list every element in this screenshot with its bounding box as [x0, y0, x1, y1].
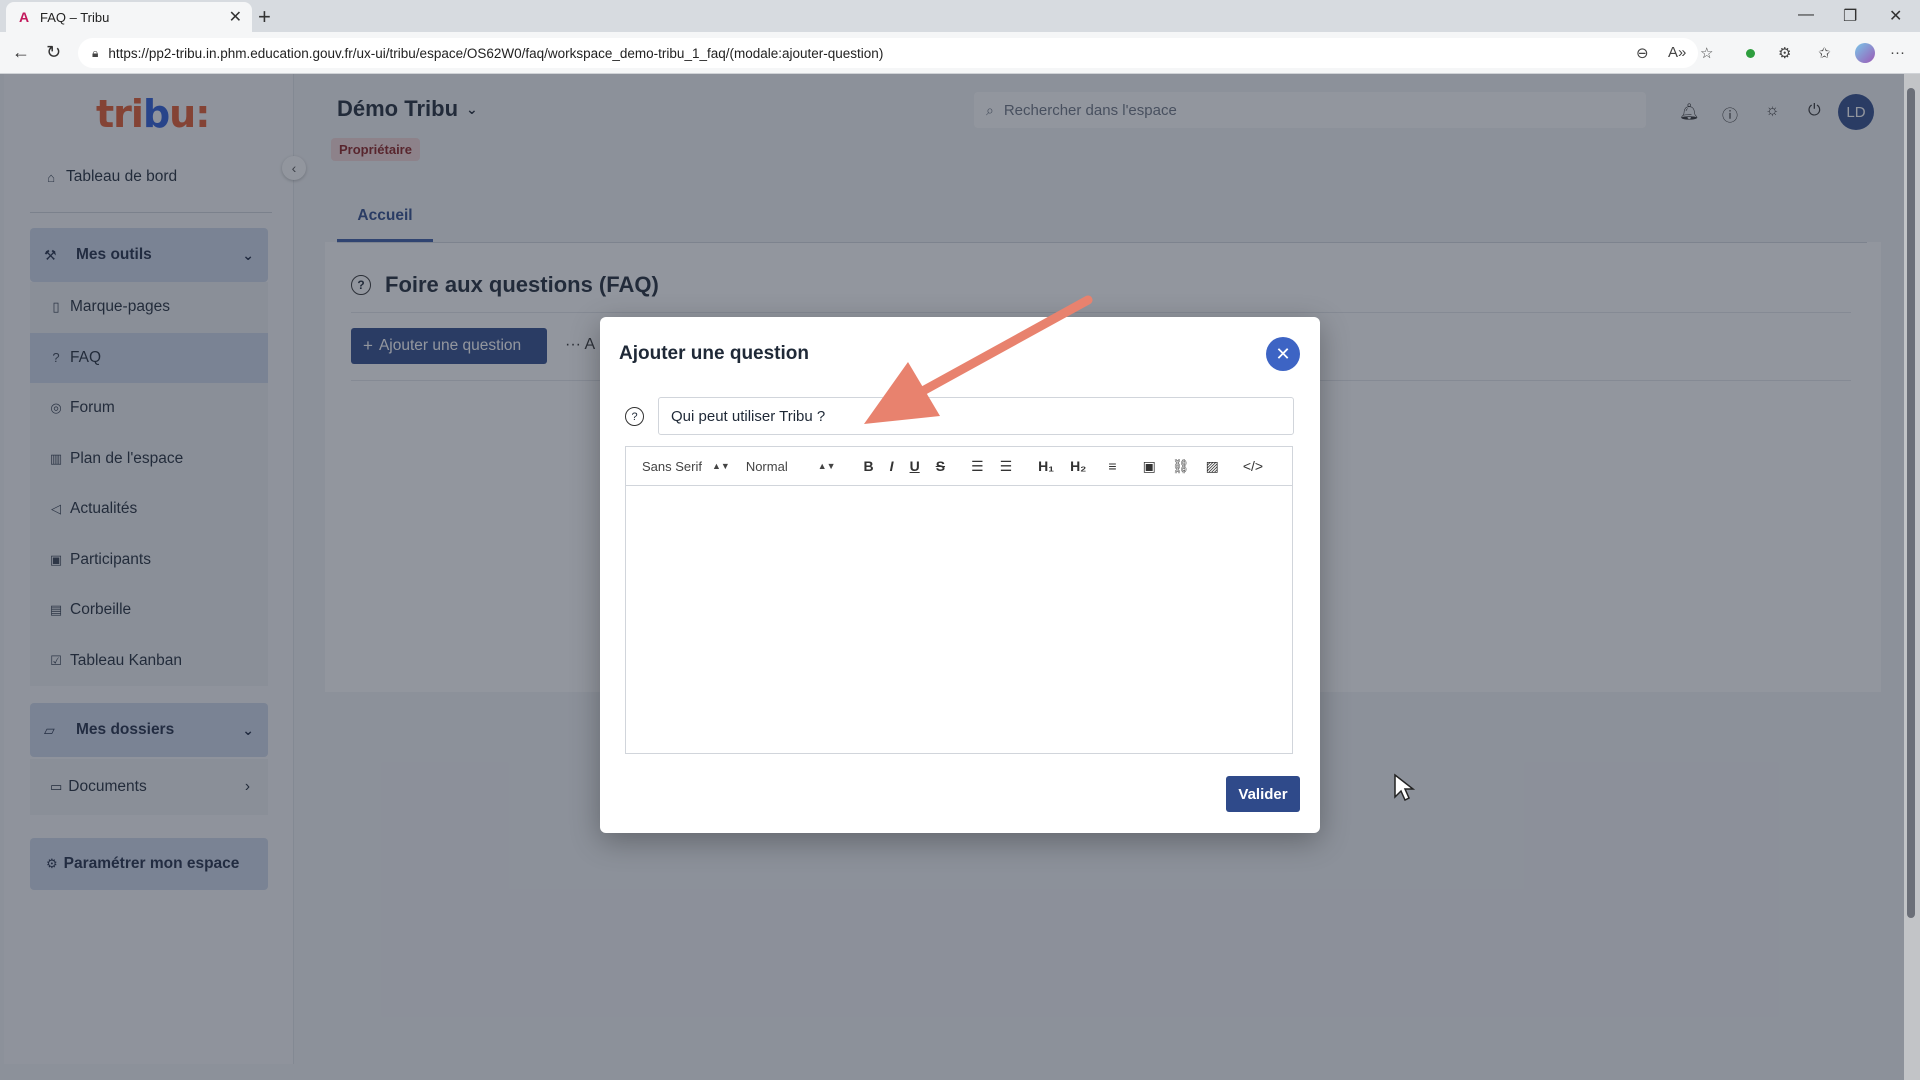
read-aloud-icon[interactable]: A» [1668, 44, 1686, 61]
submit-button[interactable]: Valider [1226, 776, 1300, 812]
url-text: https://pp2-tribu.in.phm.education.gouv.… [108, 45, 884, 61]
extensions-icon[interactable]: ⚙ [1778, 44, 1791, 62]
video-icon[interactable]: ▣ [1143, 458, 1156, 475]
ordered-list-icon[interactable]: ☰ [971, 458, 984, 475]
select-arrows-icon: ▲▼ [711, 461, 730, 471]
heading1-icon[interactable]: H₁ [1038, 458, 1054, 474]
minimize-icon[interactable]: — [1798, 6, 1814, 24]
browser-tab-title: FAQ – Tribu [40, 9, 110, 25]
mouse-cursor-icon [1394, 773, 1415, 802]
browser-profile-icon[interactable] [1855, 43, 1875, 63]
annotation-arrow [864, 295, 1093, 424]
browser-tab-bar: A FAQ – Tribu ✕ + — ❐ ✕ [0, 0, 1920, 32]
angular-favicon-icon: A [18, 9, 30, 25]
bold-icon[interactable]: B [864, 458, 874, 474]
zoom-icon[interactable]: ⊖ [1636, 44, 1649, 62]
new-tab-icon[interactable]: + [258, 4, 271, 30]
font-select[interactable]: Sans Serif ▲▼ [642, 459, 730, 474]
url-field[interactable]: 🔒︎ https://pp2-tribu.in.phm.education.go… [78, 38, 1698, 68]
refresh-icon[interactable]: ↻ [46, 42, 61, 63]
close-modal-button[interactable]: ✕ [1266, 337, 1300, 371]
favorite-star-icon[interactable]: ☆ [1700, 44, 1713, 62]
extension-status-icon[interactable] [1746, 49, 1755, 58]
strikethrough-icon[interactable]: S [936, 458, 945, 474]
scrollbar-thumb[interactable] [1907, 88, 1915, 918]
close-window-icon[interactable]: ✕ [1889, 6, 1902, 26]
rich-text-editor[interactable]: Sans Serif ▲▼ Normal ▲▼ B I U S ☰ ☰ H₁ H₂ … [625, 446, 1293, 754]
image-icon[interactable]: ▨ [1206, 458, 1219, 475]
close-icon: ✕ [1275, 343, 1291, 364]
lock-icon: 🔒︎ [92, 45, 99, 60]
underline-icon[interactable]: U [910, 458, 920, 474]
address-bar-row: ← ↻ 🔒︎ https://pp2-tribu.in.phm.educatio… [0, 32, 1920, 74]
bullet-list-icon[interactable]: ☰ [1000, 458, 1013, 475]
align-icon[interactable]: ≡ [1108, 458, 1116, 474]
close-tab-icon[interactable]: ✕ [229, 7, 242, 27]
select-arrows-icon: ▲▼ [817, 461, 836, 471]
help-circle-icon: ? [625, 407, 644, 426]
italic-icon[interactable]: I [890, 458, 894, 474]
link-icon[interactable]: ⛓ [1172, 458, 1190, 475]
modal-title: Ajouter une question [619, 343, 809, 364]
page-scrollbar[interactable] [1904, 74, 1920, 1080]
size-select[interactable]: Normal ▲▼ [746, 459, 836, 474]
editor-toolbar: Sans Serif ▲▼ Normal ▲▼ B I U S ☰ ☰ H₁ H₂ … [626, 447, 1292, 486]
browser-menu-icon[interactable]: ··· [1890, 44, 1905, 61]
favorites-icon[interactable]: ✩ [1818, 44, 1831, 62]
browser-tab[interactable]: A FAQ – Tribu ✕ [6, 2, 252, 32]
back-icon[interactable]: ← [12, 42, 30, 63]
heading2-icon[interactable]: H₂ [1070, 458, 1086, 474]
code-icon[interactable]: </> [1243, 458, 1263, 474]
restore-icon[interactable]: ❐ [1843, 6, 1857, 26]
